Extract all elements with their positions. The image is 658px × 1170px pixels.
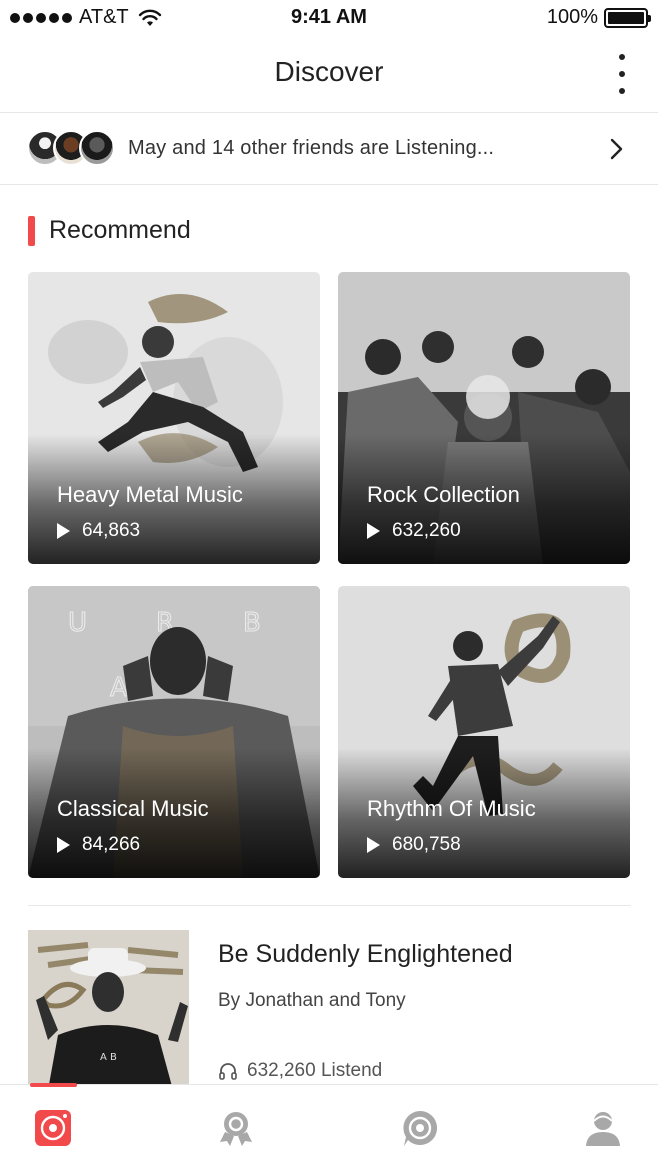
more-dot-icon (619, 71, 625, 77)
user-icon (586, 1112, 620, 1146)
page-title: Discover (274, 56, 384, 87)
play-count: 64,863 (82, 520, 141, 541)
battery-icon (604, 7, 651, 28)
card-plays: 84,266 (57, 834, 140, 856)
play-count: 632,260 (392, 520, 461, 541)
card-title: Rock Collection (367, 482, 520, 507)
album-listens: 632,260 Listend (218, 1060, 382, 1082)
friends-listening-row[interactable]: May and 14 other friends are Listening..… (0, 113, 658, 185)
tab-awards[interactable] (211, 1103, 261, 1153)
tab-discover[interactable] (28, 1103, 78, 1153)
album-list-item[interactable]: A B Be Suddenly Englightened By Jonathan… (28, 930, 631, 1090)
chevron-right-icon[interactable] (610, 138, 624, 160)
active-tab-indicator (30, 1083, 77, 1087)
playlist-card[interactable]: Rock Collection 632,260 (338, 272, 630, 564)
tab-radio[interactable] (395, 1103, 445, 1153)
play-count: 680,758 (392, 834, 461, 855)
tab-profile[interactable] (578, 1103, 628, 1153)
svg-text:B: B (243, 608, 261, 638)
svg-text:U: U (68, 608, 87, 638)
card-plays: 64,863 (57, 520, 140, 542)
divider (28, 905, 631, 906)
section-accent-bar (28, 216, 35, 246)
headphones-icon (219, 1063, 237, 1080)
play-icon (367, 837, 380, 853)
playlist-card[interactable]: U R B A $ T Y Classical Music 84,266 (28, 586, 320, 878)
friend-avatars (27, 130, 117, 168)
section-title: Recommend (49, 216, 191, 244)
playlist-card[interactable]: Heavy Metal Music 64,863 (28, 272, 320, 564)
album-title: Be Suddenly Englightened (218, 940, 513, 968)
card-plays: 680,758 (367, 834, 461, 856)
card-title: Classical Music (57, 796, 209, 821)
friends-listening-text: May and 14 other friends are Listening..… (128, 137, 495, 159)
tab-bar (0, 1083, 658, 1170)
battery-percent: 100% (546, 6, 598, 28)
album-cover-image: A B (28, 930, 189, 1090)
playlist-card[interactable]: Rhythm Of Music 680,758 (338, 586, 630, 878)
status-bar: AT&T 9:41 AM 100% (0, 0, 658, 36)
play-icon (57, 837, 70, 853)
listen-count: 632,260 Listend (247, 1060, 383, 1081)
card-title: Heavy Metal Music (57, 482, 243, 507)
award-icon (220, 1112, 252, 1146)
record-player-icon (35, 1110, 71, 1146)
more-options-button[interactable] (612, 54, 632, 94)
svg-text:A B: A B (100, 1052, 117, 1063)
nav-bar: Discover (0, 36, 658, 113)
target-icon (403, 1111, 438, 1146)
card-title: Rhythm Of Music (367, 796, 536, 821)
card-plays: 632,260 (367, 520, 461, 542)
avatar (79, 130, 115, 166)
play-count: 84,266 (82, 834, 141, 855)
play-icon (367, 523, 380, 539)
status-right: 100% (546, 6, 651, 29)
more-dot-icon (619, 54, 625, 60)
play-icon (57, 523, 70, 539)
more-dot-icon (619, 88, 625, 94)
album-artist: By Jonathan and Tony (218, 990, 406, 1011)
